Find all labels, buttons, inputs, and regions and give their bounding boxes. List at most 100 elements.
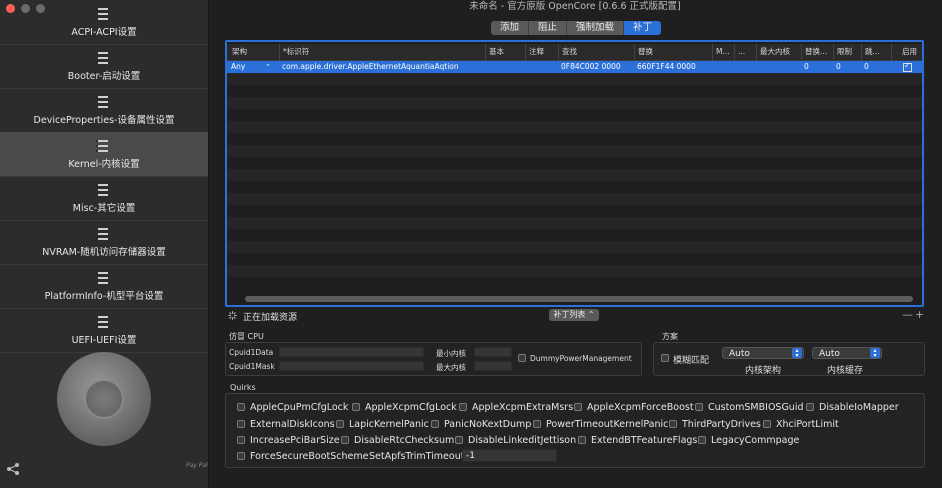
sidebar-item-acpi[interactable]: ACPI-ACPI设置 [0, 0, 208, 45]
quirk-checkbox-applexcpmcfglock[interactable] [352, 403, 360, 411]
tab-add[interactable]: 添加 [491, 21, 530, 35]
quirk-checkbox-thirdpartydrives[interactable] [669, 420, 677, 428]
patch-table[interactable]: 架构 *标识符 基本 注释 查找 替换 M... ... 最大内核 替换... … [225, 40, 924, 307]
sidebar-item-label: Misc-其它设置 [72, 203, 136, 214]
quirk-checkbox-legacycommpage[interactable] [698, 436, 706, 444]
table-header: 架构 *标识符 基本 注释 查找 替换 M... ... 最大内核 替换... … [227, 44, 922, 61]
apfs-trim-timeout-input[interactable]: -1 [462, 449, 557, 462]
enabled-checkbox[interactable]: ✓ [903, 61, 912, 72]
sidebar-item-deviceproperties[interactable]: DeviceProperties-设备属性设置 [0, 88, 208, 133]
fuzzy-match-checkbox[interactable] [661, 354, 669, 362]
cpuid1data-label: Cpuid1Data [229, 348, 274, 357]
arch-cell[interactable]: Any [231, 61, 245, 73]
quirk-label-xhciportlimit: XhciPortLimit [776, 419, 839, 430]
loading-status-text: 正在加载资源 [243, 313, 298, 323]
quirk-checkbox-increasepcibarsize[interactable] [237, 436, 245, 444]
list-icon [96, 96, 108, 108]
max-kernel-input[interactable] [474, 361, 512, 371]
table-row [227, 241, 922, 253]
sidebar-item-platforminfo[interactable]: PlatformInfo-机型平台设置 [0, 264, 208, 309]
column-header-find[interactable]: 查找 [558, 44, 634, 60]
list-icon [96, 316, 108, 328]
quirk-checkbox-extendbtfeatureflags[interactable] [578, 436, 586, 444]
cpuid1mask-label: Cpuid1Mask [229, 362, 275, 371]
table-row [227, 265, 922, 277]
scheme-box: 模糊匹配 Auto ▴ ▾ 内核架构 Auto ▴ ▾ 内核缓存 [653, 342, 925, 376]
column-header-identifier[interactable]: *标识符 [279, 44, 485, 60]
limit-cell[interactable]: 0 [836, 61, 841, 73]
cpuid1mask-input[interactable] [279, 361, 424, 371]
patch-list-dropdown[interactable]: 补丁列表 ⌃ [549, 309, 599, 321]
horizontal-scrollbar[interactable] [245, 296, 913, 302]
sidebar-item-misc[interactable]: Misc-其它设置 [0, 176, 208, 221]
column-header-misc[interactable]: ... [734, 44, 756, 60]
count-cell[interactable]: 0 [804, 61, 809, 73]
quirk-checkbox-lapickernelpanic[interactable] [336, 420, 344, 428]
scheme-section-label: 方案 [662, 332, 678, 341]
opencore-logo [57, 352, 151, 446]
quirk-checkbox-panicnokextdump[interactable] [431, 420, 439, 428]
kernel-arch-select[interactable]: Auto ▴ ▾ [722, 347, 804, 359]
quirk-label-applexcpmforceboost: AppleXcpmForceBoost [587, 402, 694, 413]
chevron-updown-icon[interactable]: ⌃ [265, 61, 271, 73]
column-header-maxkernel[interactable]: 最大内核 [756, 44, 801, 60]
column-header-mask[interactable]: M... [712, 44, 734, 60]
quirk-checkbox-disablertcchecksum[interactable] [341, 436, 349, 444]
sidebar-item-label: PlatformInfo-机型平台设置 [44, 291, 164, 302]
table-row[interactable]: Any ⌃ com.apple.driver.AppleEthernetAqua… [227, 61, 922, 73]
share-icon[interactable] [6, 462, 20, 476]
quirk-checkbox-forcesecurebootscheme[interactable] [237, 452, 245, 460]
window-title: 未命名 - 官方原版 OpenCore [0.6.6 正式版配置] [469, 1, 681, 12]
paypal-logo[interactable]: Pay Pal [186, 462, 208, 469]
kernel-arch-value: Auto [729, 349, 750, 359]
patch-list-label: 补丁列表 [553, 310, 586, 319]
column-header-arch[interactable]: 架构 [229, 44, 279, 60]
dummy-power-label: DummyPowerManagement [530, 354, 632, 363]
find-cell[interactable]: 0F84C002 0000 [561, 61, 621, 73]
add-remove-buttons[interactable]: —+ [902, 308, 926, 321]
quirk-checkbox-externaldiskicons[interactable] [237, 420, 245, 428]
column-header-enabled[interactable]: 启用 [891, 44, 922, 60]
tab-force[interactable]: 强制加载 [567, 21, 625, 35]
sidebar-item-label: ACPI-ACPI设置 [71, 27, 137, 38]
sidebar-item-nvram[interactable]: NVRAM-随机访问存储器设置 [0, 220, 208, 265]
identifier-cell[interactable]: com.apple.driver.AppleEthernetAquantiaAq… [282, 61, 459, 73]
quirk-checkbox-applecpupmcfglock[interactable] [237, 403, 245, 411]
sidebar-item-label: Kernel-内核设置 [68, 159, 140, 170]
list-icon [96, 140, 108, 152]
list-icon [96, 184, 108, 196]
list-icon [96, 8, 108, 20]
sidebar-item-booter[interactable]: Booter-启动设置 [0, 44, 208, 89]
sidebar: ACPI-ACPI设置 Booter-启动设置 DeviceProperties… [0, 0, 209, 488]
quirk-checkbox-powertimeoutkernelpanic[interactable] [533, 420, 541, 428]
quirk-label-disableiomapper: DisableIoMapper [819, 402, 899, 413]
quirk-checkbox-customsmbiosguid[interactable] [695, 403, 703, 411]
quirk-checkbox-xhciportlimit[interactable] [763, 420, 771, 428]
replace-cell[interactable]: 660F1F44 0000 [637, 61, 696, 73]
column-header-count[interactable]: 替换... [801, 44, 833, 60]
quirk-label-thirdpartydrives: ThirdPartyDrives [682, 419, 761, 430]
kernel-cache-select[interactable]: Auto ▴ ▾ [812, 347, 882, 359]
tab-block[interactable]: 阻止 [529, 21, 568, 35]
quirks-section-label: Quirks [230, 383, 256, 392]
quirk-checkbox-disablelinkeditjettison[interactable] [455, 436, 463, 444]
quirk-checkbox-disableiomapper[interactable] [806, 403, 814, 411]
sidebar-item-label: UEFI-UEFI设置 [71, 335, 137, 346]
min-kernel-input[interactable] [474, 347, 512, 357]
column-header-base[interactable]: 基本 [485, 44, 525, 60]
column-header-replace[interactable]: 替换 [634, 44, 712, 60]
skip-cell[interactable]: 0 [864, 61, 869, 73]
dummy-power-checkbox[interactable] [518, 354, 526, 362]
cpuid1data-input[interactable] [279, 347, 424, 357]
quirk-checkbox-applexcpmforceboost[interactable] [574, 403, 582, 411]
column-header-skip[interactable]: 跳... [861, 44, 891, 60]
column-header-limit[interactable]: 限制 [833, 44, 861, 60]
sidebar-item-uefi[interactable]: UEFI-UEFI设置 [0, 308, 208, 353]
quirk-checkbox-applexcpmextramsrs[interactable] [459, 403, 467, 411]
sidebar-item-kernel[interactable]: Kernel-内核设置 [0, 132, 208, 177]
tab-patch[interactable]: 补丁 [624, 21, 662, 35]
table-row [227, 193, 922, 205]
list-icon [96, 272, 108, 284]
table-row [227, 145, 922, 157]
column-header-comment[interactable]: 注释 [525, 44, 558, 60]
